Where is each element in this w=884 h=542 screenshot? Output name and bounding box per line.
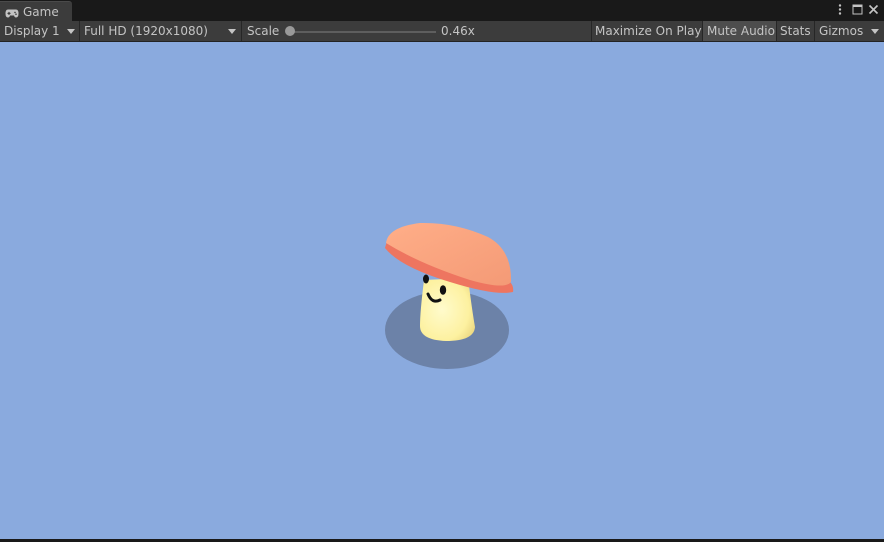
scale-label: Scale [247, 24, 280, 38]
separator [814, 21, 815, 41]
mute-audio-button[interactable]: Mute Audio [703, 21, 776, 41]
scale-slider-thumb[interactable] [285, 26, 295, 36]
scale-value: 0.46x [441, 24, 475, 38]
maximize-icon[interactable] [852, 3, 864, 16]
gizmos-button[interactable]: Gizmos [819, 21, 863, 41]
close-icon[interactable] [868, 3, 880, 16]
display-dropdown[interactable]: Display 1 [4, 21, 60, 41]
gamepad-icon [5, 7, 19, 18]
separator [591, 21, 592, 41]
mushroom-stem [420, 278, 475, 341]
chevron-down-icon [871, 29, 879, 34]
right-eye [439, 285, 447, 295]
tab-game-label: Game [23, 5, 59, 19]
left-eye [423, 274, 429, 284]
game-viewport[interactable] [0, 42, 884, 539]
tab-game[interactable]: Game [0, 1, 72, 21]
maximize-on-play-button[interactable]: Maximize On Play [595, 21, 702, 41]
separator [241, 21, 242, 41]
scale-slider-track[interactable] [288, 31, 436, 33]
chevron-down-icon [228, 29, 236, 34]
separator [79, 21, 80, 41]
scene-render [385, 222, 514, 369]
tab-strip: Game [0, 0, 884, 21]
chevron-down-icon [67, 29, 75, 34]
stats-button[interactable]: Stats [780, 21, 811, 41]
game-toolbar: Display 1 Full HD (1920x1080) Scale 0.46… [0, 21, 884, 42]
resolution-dropdown[interactable]: Full HD (1920x1080) [84, 21, 208, 41]
separator [776, 21, 777, 41]
kebab-menu-icon[interactable] [836, 3, 848, 16]
